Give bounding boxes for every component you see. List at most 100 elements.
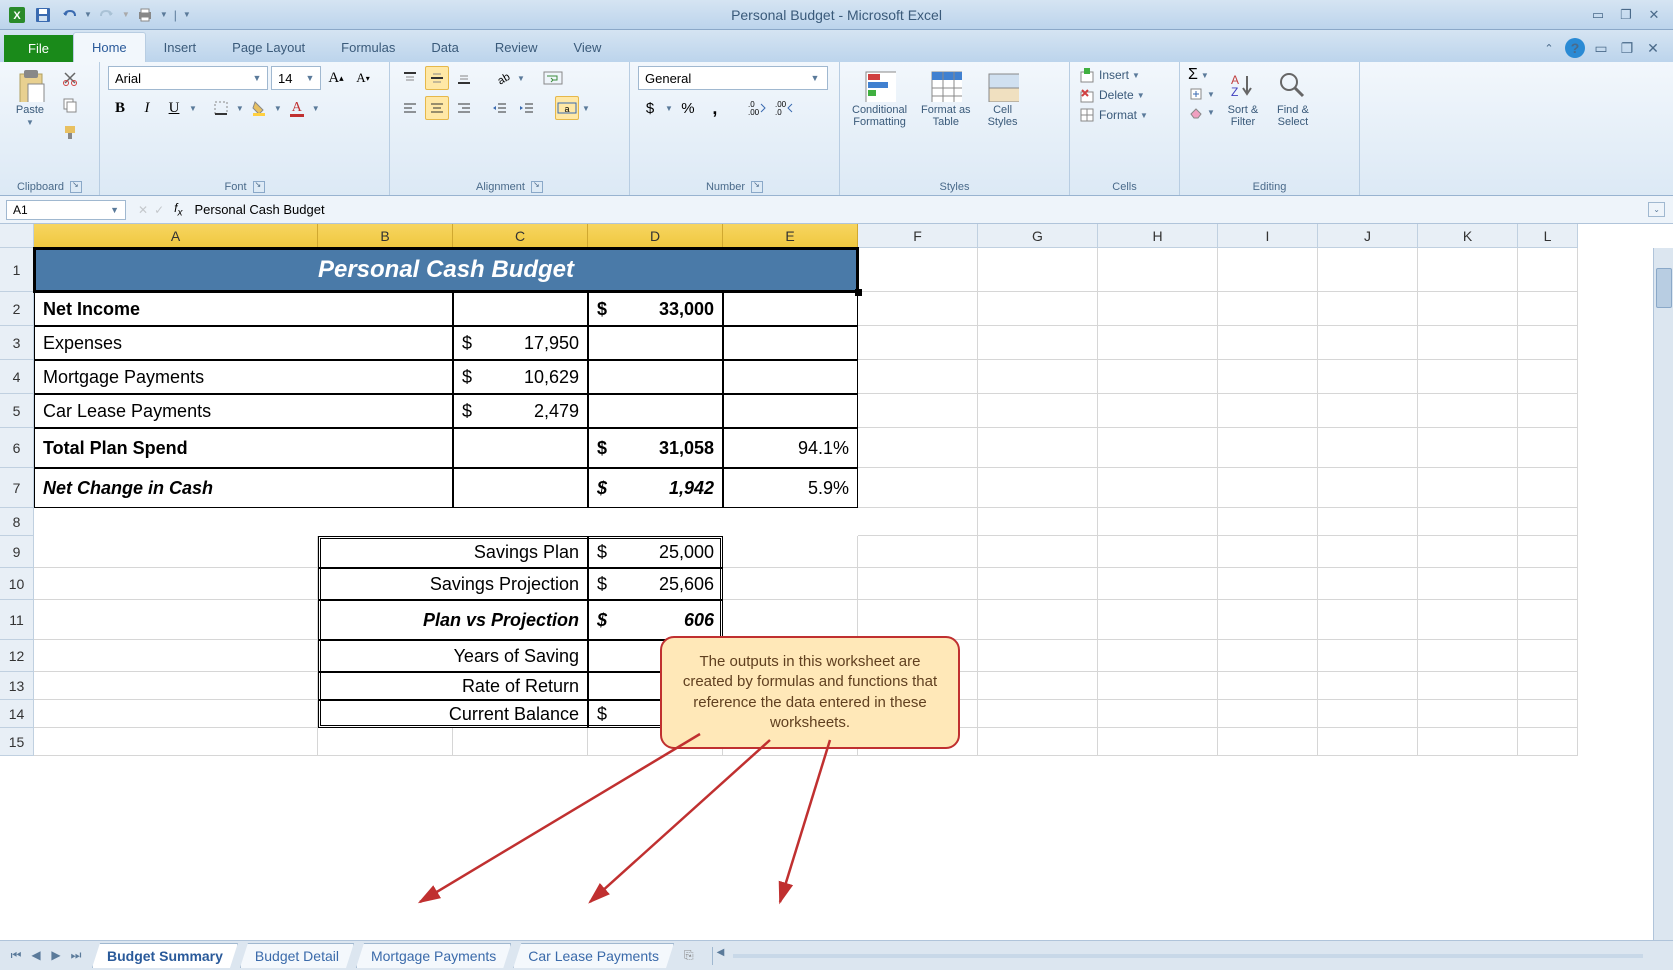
horizontal-scrollbar[interactable]: ◀ (712, 947, 1663, 965)
cell-A6[interactable]: Total Plan Spend (34, 428, 453, 468)
qat-customize-icon[interactable]: ▼ (183, 10, 191, 19)
cell-A7[interactable]: Net Change in Cash (34, 468, 453, 508)
vertical-scrollbar[interactable] (1653, 248, 1673, 940)
new-sheet-icon[interactable]: ⎘ (676, 948, 702, 963)
row-header-1[interactable]: 1 (0, 248, 34, 292)
column-header-E[interactable]: E (723, 224, 858, 248)
cell[interactable] (1318, 428, 1418, 468)
cell-B15[interactable] (318, 728, 453, 756)
format-as-table-button[interactable]: Format as Table (917, 66, 975, 132)
cell[interactable] (1218, 292, 1318, 326)
cell[interactable] (1218, 394, 1318, 428)
sort-filter-button[interactable]: AZ Sort & Filter (1221, 66, 1265, 132)
cell-A5[interactable]: Car Lease Payments (34, 394, 453, 428)
cell[interactable] (1518, 728, 1578, 756)
cell[interactable] (1518, 672, 1578, 700)
cell-B13[interactable]: Rate of Return (318, 672, 588, 700)
cell[interactable] (1218, 568, 1318, 600)
row-header-12[interactable]: 12 (0, 640, 34, 672)
column-header-K[interactable]: K (1418, 224, 1518, 248)
cell-D10[interactable]: $25,606 (588, 568, 723, 600)
print-dropdown-icon[interactable]: ▼ (160, 10, 168, 19)
row-header-15[interactable]: 15 (0, 728, 34, 756)
font-size-select[interactable]: ▼ (271, 66, 321, 90)
excel-icon[interactable]: X (6, 4, 28, 26)
cell[interactable] (1518, 508, 1578, 536)
cell[interactable] (858, 360, 978, 394)
column-header-L[interactable]: L (1518, 224, 1578, 248)
increase-indent-icon[interactable] (515, 96, 539, 120)
font-launcher[interactable] (253, 181, 265, 193)
cell[interactable] (1218, 468, 1318, 508)
grow-font-icon[interactable]: A▴ (324, 66, 348, 90)
undo-dropdown-icon[interactable]: ▼ (84, 10, 92, 19)
workbook-restore-icon[interactable]: ❐ (1617, 38, 1637, 58)
delete-button[interactable]: Delete▼ (1078, 86, 1145, 104)
cell-E10[interactable] (723, 568, 858, 600)
help-icon[interactable]: ? (1565, 38, 1585, 58)
align-right-icon[interactable] (452, 96, 476, 120)
align-bottom-icon[interactable] (452, 66, 476, 90)
chevron-down-icon[interactable]: ▼ (189, 104, 197, 113)
sheet-tab-mortgage-payments[interactable]: Mortgage Payments (356, 943, 511, 968)
cell[interactable] (858, 568, 978, 600)
cell[interactable] (1098, 600, 1218, 640)
file-tab[interactable]: File (4, 35, 73, 62)
tab-review[interactable]: Review (477, 33, 556, 62)
cell-B14[interactable]: Current Balance (318, 700, 588, 728)
cell[interactable] (1218, 326, 1318, 360)
cell[interactable] (978, 394, 1098, 428)
cell[interactable] (1418, 508, 1518, 536)
row-header-7[interactable]: 7 (0, 468, 34, 508)
row-header-2[interactable]: 2 (0, 292, 34, 326)
workbook-minimize-icon[interactable]: ▭ (1591, 38, 1611, 58)
cell[interactable] (1418, 672, 1518, 700)
row-header-9[interactable]: 9 (0, 536, 34, 568)
fill-color-button[interactable] (247, 96, 271, 120)
cell[interactable] (1098, 292, 1218, 326)
format-painter-icon[interactable] (58, 120, 82, 144)
cell[interactable] (858, 326, 978, 360)
merge-center-button[interactable]: a (555, 96, 579, 120)
cell[interactable] (978, 428, 1098, 468)
cell[interactable] (858, 292, 978, 326)
cell[interactable] (1218, 360, 1318, 394)
cell[interactable] (1218, 672, 1318, 700)
cell-D3[interactable] (588, 326, 723, 360)
save-icon[interactable] (32, 4, 54, 26)
minimize-ribbon-icon[interactable]: ⌃ (1539, 38, 1559, 58)
align-center-icon[interactable] (425, 96, 449, 120)
expand-formula-icon[interactable]: ⌄ (1648, 202, 1665, 217)
cell[interactable] (1218, 508, 1318, 536)
column-header-I[interactable]: I (1218, 224, 1318, 248)
cell[interactable] (1218, 600, 1318, 640)
cell[interactable] (1098, 700, 1218, 728)
row-header-5[interactable]: 5 (0, 394, 34, 428)
first-sheet-icon[interactable]: ⏮ (6, 948, 26, 963)
chevron-down-icon[interactable]: ▼ (312, 104, 320, 113)
align-left-icon[interactable] (398, 96, 422, 120)
title-cell[interactable]: Personal Cash Budget (34, 248, 858, 292)
cell-C15[interactable] (453, 728, 588, 756)
cell[interactable] (1418, 600, 1518, 640)
cell[interactable] (1518, 568, 1578, 600)
cell[interactable] (1518, 600, 1578, 640)
cell-C5[interactable]: $2,479 (453, 394, 588, 428)
cell-E3[interactable] (723, 326, 858, 360)
cell-E5[interactable] (723, 394, 858, 428)
cell-A13[interactable] (34, 672, 318, 700)
cell[interactable] (978, 248, 1098, 292)
comma-format-icon[interactable]: , (703, 96, 727, 120)
cell[interactable] (1418, 640, 1518, 672)
cell[interactable] (1418, 700, 1518, 728)
cell-C8[interactable] (453, 508, 588, 536)
paste-button[interactable]: Paste ▼ (8, 66, 52, 131)
cell[interactable] (858, 600, 978, 640)
last-sheet-icon[interactable]: ⏭ (66, 948, 86, 963)
clipboard-launcher[interactable] (70, 181, 82, 193)
cell-C4[interactable]: $10,629 (453, 360, 588, 394)
cell[interactable] (1218, 640, 1318, 672)
cell-A11[interactable] (34, 600, 318, 640)
row-header-14[interactable]: 14 (0, 700, 34, 728)
cell-E11[interactable] (723, 600, 858, 640)
